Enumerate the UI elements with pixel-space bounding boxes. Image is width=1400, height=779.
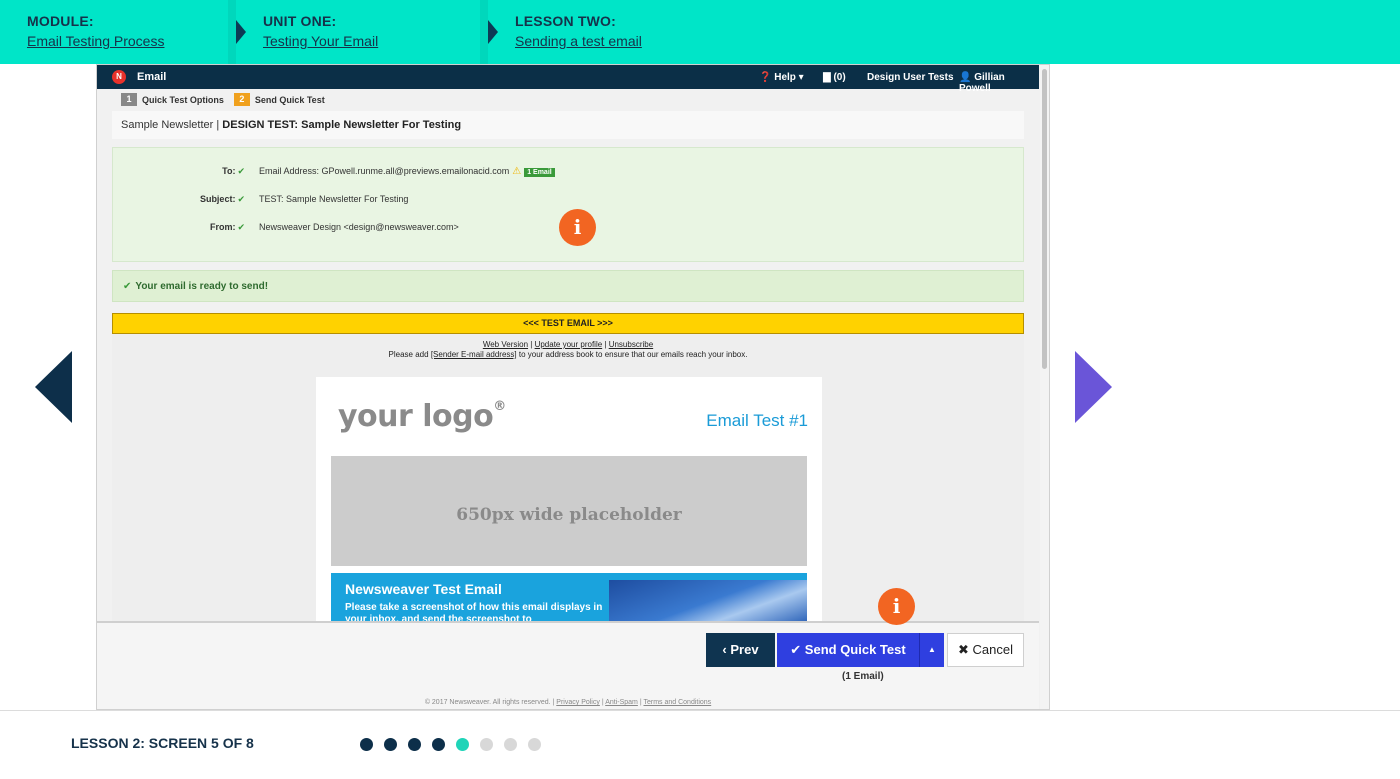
divider — [0, 710, 1400, 711]
breadcrumb-lesson-label: LESSON TWO: — [515, 13, 616, 29]
email-body: your logo® Email Test #1 650px wide plac… — [316, 377, 822, 623]
step-number: 2 — [233, 93, 250, 106]
cancel-button[interactable]: ✖ Cancel — [947, 633, 1024, 667]
address-book-note: Please add [Sender E-mail address] to yo… — [388, 350, 748, 359]
warning-icon: ⚠ — [512, 166, 522, 177]
ready-alert: ✔ Your email is ready to send! — [112, 270, 1024, 302]
to-row: To: ✔ Email Address: GPowell.runme.all@pr… — [113, 166, 1025, 178]
web-version-link[interactable]: Web Version — [483, 340, 528, 349]
scrollbar[interactable] — [1040, 65, 1049, 709]
app-header: N Email ❓ Help ▾ ▇ (0) Design User Tests… — [97, 65, 1039, 94]
prev-button[interactable]: ‹ Prev — [706, 633, 775, 667]
privacy-policy-link[interactable]: Privacy Policy — [556, 699, 600, 706]
update-profile-link[interactable]: Update your profile — [535, 340, 603, 349]
content-block-text: Please take a screenshot of how this ema… — [345, 602, 603, 623]
breadcrumb-lesson: LESSON TWO: Sending a test email — [488, 0, 888, 64]
breadcrumb-module: MODULE: Email Testing Process — [0, 0, 246, 64]
email-heading: Email Test #1 — [706, 411, 808, 430]
progress-dot[interactable] — [456, 738, 469, 751]
info-hotspot-icon[interactable]: i — [878, 588, 915, 625]
check-icon: ✔ — [237, 166, 245, 176]
step-number: 1 — [121, 93, 137, 106]
test-name: DESIGN TEST: Sample Newsletter For Testi… — [222, 119, 462, 131]
wizard-steps: 1 Quick Test Options 2 Send Quick Test — [121, 93, 325, 106]
breadcrumb-unit-label: UNIT ONE: — [263, 13, 337, 29]
email-header-links: Web Version | Update your profile | Unsu… — [482, 340, 654, 349]
app-footer: © 2017 Newsweaver. All rights reserved. … — [424, 699, 712, 706]
action-bar: ‹ Prev ✔ Send Quick Test ▲ ✖ Cancel (1 E… — [97, 621, 1039, 709]
app-title: Email — [137, 71, 167, 83]
sky-image — [609, 580, 807, 623]
app-screenshot: N Email ❓ Help ▾ ▇ (0) Design User Tests… — [96, 64, 1050, 710]
terms-link[interactable]: Terms and Conditions — [643, 699, 711, 706]
step-label-quick-test-options[interactable]: Quick Test Options — [142, 95, 224, 105]
test-title: Sample Newsletter | DESIGN TEST: Sample … — [112, 111, 1024, 139]
to-value: Email Address: GPowell.runme.all@preview… — [259, 166, 510, 176]
progress-dot[interactable] — [408, 738, 421, 751]
sender-address-link[interactable]: [Sender E-mail address] — [431, 350, 517, 359]
progress-dot[interactable] — [480, 738, 493, 751]
from-value: Newsweaver Design <design@newsweaver.com… — [259, 222, 459, 232]
email-count-badge: 1 Email — [524, 168, 555, 177]
breadcrumb-unit: UNIT ONE: Testing Your Email — [236, 0, 498, 64]
image-placeholder: 650px wide placeholder — [331, 456, 807, 566]
send-options-caret-icon[interactable]: ▲ — [919, 633, 944, 667]
step-label-send-quick-test: Send Quick Test — [254, 94, 325, 105]
breadcrumb-module-label: MODULE: — [27, 13, 94, 29]
breadcrumb-separator-icon — [236, 20, 246, 44]
breadcrumb-separator-icon — [488, 20, 498, 44]
email-count: (1 Email) — [842, 671, 884, 682]
breadcrumb: MODULE: Email Testing Process UNIT ONE: … — [0, 0, 1400, 64]
progress-dot[interactable] — [360, 738, 373, 751]
unsubscribe-link[interactable]: Unsubscribe — [609, 340, 653, 349]
breadcrumb-module-link[interactable]: Email Testing Process — [27, 33, 236, 49]
progress-dot[interactable] — [432, 738, 445, 751]
info-hotspot-icon[interactable]: i — [559, 209, 596, 246]
your-logo-placeholder: your logo® — [338, 399, 506, 434]
user-menu[interactable]: 👤 Gillian Powell — [959, 72, 1039, 94]
notifications-button[interactable]: ▇ (0) — [823, 72, 846, 83]
progress-dot[interactable] — [504, 738, 517, 751]
anti-spam-link[interactable]: Anti-Spam — [605, 699, 638, 706]
previous-screen-arrow-icon[interactable] — [35, 351, 72, 423]
account-name[interactable]: Design User Tests — [867, 72, 954, 83]
subject-row: Subject: ✔ TEST: Sample Newsletter For Te… — [199, 194, 409, 204]
check-icon: ✔ — [123, 281, 132, 292]
breadcrumb-lesson-link[interactable]: Sending a test email — [515, 33, 888, 49]
content-block: Newsweaver Test Email Please take a scre… — [331, 573, 807, 623]
newsweaver-logo: N — [112, 70, 126, 84]
test-email-banner: <<< TEST EMAIL >>> — [112, 313, 1024, 334]
send-quick-test-button[interactable]: ✔ Send Quick Test — [777, 633, 919, 667]
progress-dot[interactable] — [528, 738, 541, 751]
email-details-panel: To: ✔ Email Address: GPowell.runme.all@pr… — [112, 147, 1024, 262]
check-icon: ✔ — [237, 222, 245, 232]
ready-message: Your email is ready to send! — [135, 281, 269, 292]
screen-counter: LESSON 2: SCREEN 5 OF 8 — [71, 735, 254, 751]
email-preview: <<< TEST EMAIL >>> Web Version | Update … — [112, 313, 1024, 623]
help-menu[interactable]: ❓ Help ▾ — [759, 72, 804, 83]
check-icon: ✔ — [237, 194, 245, 204]
content-block-title: Newsweaver Test Email — [345, 581, 502, 597]
next-screen-arrow-icon[interactable] — [1075, 351, 1112, 423]
subject-value: TEST: Sample Newsletter For Testing — [259, 194, 409, 204]
breadcrumb-unit-link[interactable]: Testing Your Email — [263, 33, 488, 49]
progress-dots — [360, 738, 552, 751]
progress-dot[interactable] — [384, 738, 397, 751]
